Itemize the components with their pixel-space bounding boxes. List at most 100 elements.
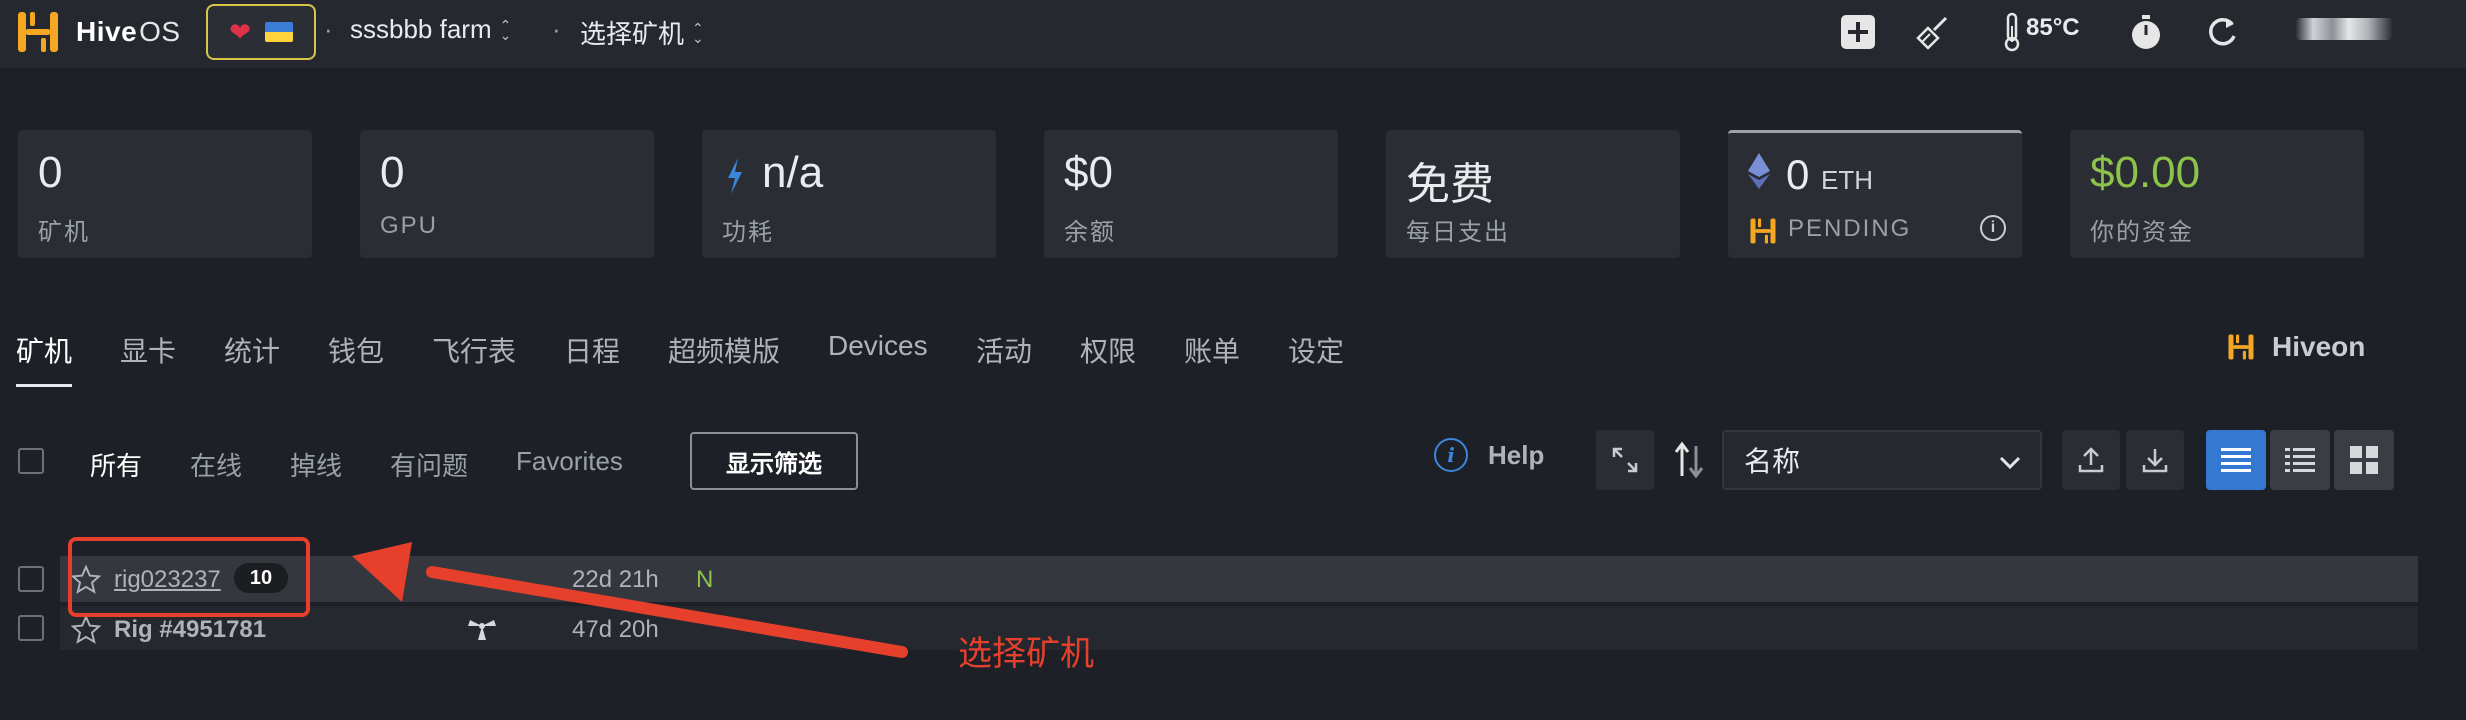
active-tab-indicator [16, 384, 72, 387]
stat-card-funds[interactable]: $0.00 你的资金 [2070, 130, 2364, 258]
tab-settings[interactable]: 设定 [1288, 330, 1344, 370]
rig-row-checkbox[interactable] [18, 566, 44, 592]
chevron-down-icon [1999, 456, 2021, 470]
info-icon[interactable]: i [1980, 215, 2006, 241]
info-icon: i [1434, 438, 1468, 472]
stat-gpu-value: 0 [380, 148, 405, 197]
breadcrumb-separator: · [552, 14, 561, 44]
rig-name-link[interactable]: Rig #4951781 [114, 616, 266, 644]
add-button[interactable] [1836, 10, 1880, 54]
filter-offline[interactable]: 掉线 [290, 446, 342, 483]
hive-logo-icon [1750, 218, 1776, 244]
filter-favorites[interactable]: Favorites [516, 446, 623, 477]
timer-button[interactable] [2124, 10, 2168, 54]
upload-button[interactable] [2062, 430, 2120, 490]
view-list-button[interactable] [2206, 430, 2266, 490]
annotation-highlight-box [68, 537, 310, 617]
expand-icon [1612, 447, 1638, 473]
refresh-icon [2209, 17, 2236, 46]
stat-eth-unit: ETH [1821, 165, 1874, 195]
filter-problems[interactable]: 有问题 [390, 446, 468, 483]
rig-selector[interactable]: 选择矿机 ⌃ ⌄ [580, 14, 704, 51]
tab-rigs[interactable]: 矿机 [16, 330, 72, 370]
stat-gpu-label: GPU [380, 212, 439, 239]
tab-activity[interactable]: 活动 [976, 330, 1032, 370]
annotation-label: 选择矿机 [958, 635, 1094, 673]
stat-funds-label: 你的资金 [2090, 219, 2194, 246]
grid-icon [2350, 446, 2378, 474]
plus-icon [1841, 15, 1875, 49]
stat-eth-value-wrap: 0 ETH [1786, 151, 1873, 199]
stat-daily-label: 每日支出 [1406, 219, 1510, 246]
clean-button[interactable] [1912, 10, 1956, 54]
table-row[interactable]: rig023237 10 22d 21h N [60, 556, 2418, 602]
hiveon-label: Hiveon [2272, 331, 2366, 362]
sort-select[interactable]: 名称 [1722, 430, 2042, 490]
tab-billing[interactable]: 账单 [1184, 330, 1240, 370]
stat-funds-value: $0.00 [2090, 148, 2201, 197]
tab-access[interactable]: 权限 [1080, 330, 1136, 370]
sort-direction-icon[interactable] [1672, 440, 1708, 480]
stat-eth-label: PENDING [1788, 215, 1912, 242]
stat-daily-value: 免费 [1406, 160, 1494, 209]
hive-logo-icon [18, 12, 58, 52]
temperature-value: 85°C [2026, 14, 2080, 41]
select-all-checkbox[interactable] [18, 448, 44, 474]
show-filter-button[interactable]: 显示筛选 [690, 432, 858, 490]
rig-status-flag: N [696, 566, 714, 593]
tab-schedule[interactable]: 日程 [564, 330, 620, 370]
stat-card-eth-pending[interactable]: 0 ETH PENDING i [1728, 130, 2022, 258]
view-detailed-button[interactable] [2270, 430, 2330, 490]
stat-card-balance[interactable]: $0 余额 [1044, 130, 1338, 258]
brand-logo[interactable]: HiveOS [14, 8, 181, 56]
tab-devices[interactable]: Devices [828, 330, 928, 362]
tab-stats[interactable]: 统计 [224, 330, 280, 370]
stat-card-daily[interactable]: 免费 每日支出 [1386, 130, 1680, 258]
stat-power-value: n/a [762, 148, 824, 197]
stat-balance-value: $0 [1064, 148, 1113, 197]
rig-uptime: 22d 21h [572, 566, 659, 593]
stat-card-gpu[interactable]: 0 GPU [360, 130, 654, 258]
filter-all[interactable]: 所有 [90, 446, 142, 483]
breadcrumb-separator: · [324, 14, 333, 44]
ethereum-icon [1748, 153, 1770, 189]
brand-name: HiveOS [76, 16, 181, 47]
hiveon-link[interactable]: Hiveon [2226, 330, 2365, 364]
expand-button[interactable] [1596, 430, 1654, 490]
view-grid-button[interactable] [2334, 430, 2394, 490]
thermometer-icon [2004, 12, 2020, 52]
table-row[interactable]: Rig #4951781 47d 20h [60, 606, 2418, 650]
stat-card-power[interactable]: n/a 功耗 [702, 130, 996, 258]
sort-select-value: 名称 [1744, 446, 1801, 477]
download-icon [2142, 449, 2168, 473]
stat-power-label: 功耗 [722, 219, 774, 246]
refresh-button[interactable] [2200, 10, 2244, 54]
tab-oc-templates[interactable]: 超频模版 [668, 330, 780, 370]
broom-icon [1916, 16, 1948, 50]
stopwatch-icon [2132, 15, 2160, 49]
farm-name: sssbbb farm [350, 14, 492, 44]
rig-selector-label: 选择矿机 [580, 19, 685, 49]
chevron-updown-icon: ⌃ ⌄ [499, 16, 512, 43]
filter-online[interactable]: 在线 [190, 446, 242, 483]
stat-card-rigs[interactable]: 0 矿机 [18, 130, 312, 258]
farm-selector[interactable]: sssbbb farm ⌃ ⌄ [350, 14, 511, 45]
user-avatar[interactable] [2296, 18, 2392, 40]
stat-balance-label: 余额 [1064, 219, 1116, 246]
detailed-list-icon [2285, 448, 2315, 472]
list-icon [2221, 448, 2251, 472]
help-label: Help [1488, 439, 1545, 470]
chevron-updown-icon: ⌃ ⌄ [692, 19, 704, 46]
help-link[interactable]: i Help [1434, 438, 1544, 472]
hiveon-logo-icon [2228, 334, 2254, 360]
rig-row-checkbox[interactable] [18, 615, 44, 641]
tab-gpus[interactable]: 显卡 [120, 330, 176, 370]
top-bar: HiveOS ❤ · sssbbb farm ⌃ ⌄ · 选择矿机 ⌃ ⌄ 85… [0, 0, 2466, 68]
fan-icon [468, 620, 496, 640]
tab-wallets[interactable]: 钱包 [328, 330, 384, 370]
ukraine-support-badge[interactable]: ❤ [206, 4, 316, 60]
star-icon[interactable] [70, 614, 102, 646]
tab-flight-sheets[interactable]: 飞行表 [432, 330, 516, 370]
stat-rigs-value: 0 [38, 148, 63, 197]
download-button[interactable] [2126, 430, 2184, 490]
